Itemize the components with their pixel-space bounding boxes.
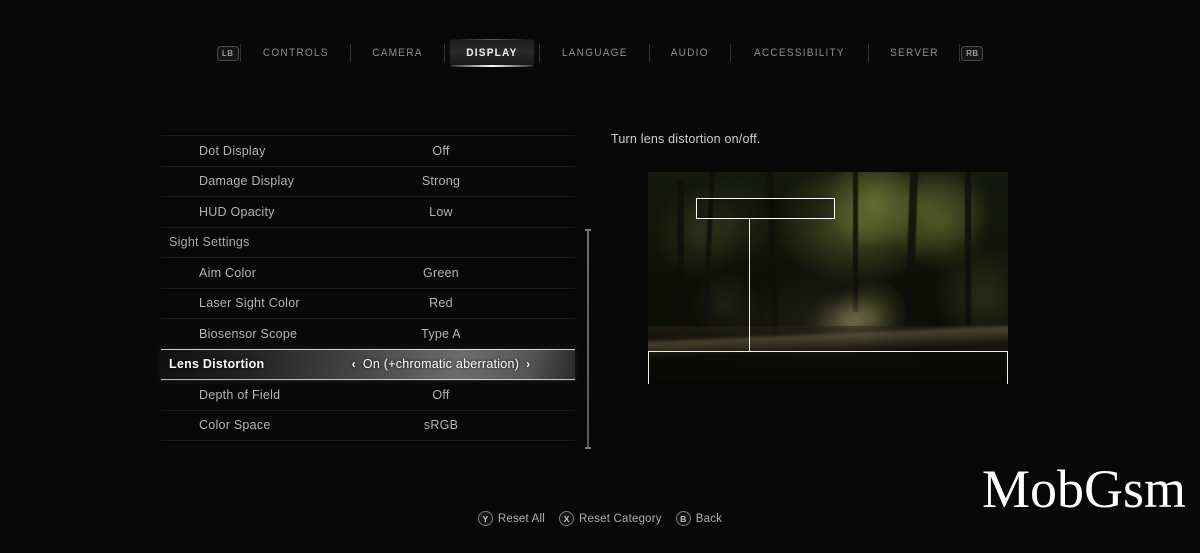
setting-value: Strong <box>421 174 461 189</box>
setting-value: Red <box>429 296 453 311</box>
setting-label: Dot Display <box>199 143 266 158</box>
settings-screen: LB CONTROLS CAMERA DISPLAY LANGUAGE AUDI… <box>0 0 1200 553</box>
tab-separator <box>239 44 241 62</box>
scrollbar-cap-bottom <box>585 447 591 449</box>
setting-preview-image <box>648 172 1008 384</box>
hint-back[interactable]: B Back <box>675 511 723 526</box>
y-button-icon: Y <box>477 511 493 526</box>
tab-separator <box>959 44 961 62</box>
chevron-right-icon[interactable]: › <box>526 357 530 371</box>
tab-separator <box>729 44 731 62</box>
preview-overlay-rect-top <box>696 198 835 219</box>
setting-value: On (+chromatic aberration) <box>362 357 520 371</box>
hint-label: Reset All <box>497 512 546 525</box>
watermark: MobGsm <box>981 459 1186 519</box>
hint-label: Back <box>695 512 723 525</box>
tab-accessibility[interactable]: ACCESSIBILITY <box>737 40 861 66</box>
setting-row-laser-sight-color[interactable]: Laser Sight Color Red <box>161 287 575 319</box>
setting-row-damage-display[interactable]: Damage Display Strong <box>161 165 575 197</box>
setting-value: Off <box>432 388 450 403</box>
preview-overlay-vertical-line <box>749 219 751 351</box>
x-button-icon: X <box>559 511 575 526</box>
setting-value: Green <box>423 265 459 280</box>
setting-value: Type A <box>421 326 461 341</box>
tab-server[interactable]: SERVER <box>873 40 955 66</box>
setting-label: Damage Display <box>199 174 295 189</box>
setting-row-dot-display[interactable]: Dot Display Off <box>161 135 575 166</box>
setting-value: Off <box>432 143 450 158</box>
setting-value: Low <box>429 204 453 219</box>
setting-row-biosensor-scope[interactable]: Biosensor Scope Type A <box>161 318 575 349</box>
setting-row-depth-of-field[interactable]: Depth of Field Off <box>161 379 575 411</box>
tab-separator <box>649 44 651 62</box>
setting-section-sight-settings: Sight Settings <box>161 226 575 258</box>
setting-label: Aim Color <box>199 265 257 280</box>
tab-audio[interactable]: AUDIO <box>654 40 725 66</box>
setting-label: Lens Distortion <box>169 357 265 371</box>
setting-description: Turn lens distortion on/off. <box>611 132 761 146</box>
tab-camera[interactable]: CAMERA <box>356 40 440 66</box>
setting-label: HUD Opacity <box>199 204 275 219</box>
tab-controls[interactable]: CONTROLS <box>246 40 345 66</box>
hint-reset-all[interactable]: Y Reset All <box>477 511 546 526</box>
right-bumper-icon[interactable]: RB <box>961 45 984 61</box>
setting-label: Biosensor Scope <box>199 326 298 341</box>
hint-label: Reset Category <box>579 512 662 525</box>
category-tab-bar: LB CONTROLS CAMERA DISPLAY LANGUAGE AUDI… <box>0 39 1200 67</box>
tab-display[interactable]: DISPLAY <box>447 39 536 67</box>
tab-separator <box>350 44 352 62</box>
tab-separator <box>867 44 869 62</box>
setting-row-lens-distortion[interactable]: Lens Distortion ‹ On (+chromatic aberrat… <box>161 348 575 380</box>
setting-value-stepper[interactable]: ‹ On (+chromatic aberration) › <box>326 357 556 371</box>
tab-separator <box>444 44 446 62</box>
setting-row-color-space[interactable]: Color Space sRGB <box>161 410 575 441</box>
tab-separator <box>538 44 540 62</box>
setting-row-aim-color[interactable]: Aim Color Green <box>161 257 575 288</box>
preview-tree-trunk <box>964 172 971 334</box>
setting-label: Laser Sight Color <box>199 296 300 311</box>
settings-list: Dot Display Off Damage Display Strong HU… <box>161 135 575 441</box>
preview-overlay-rect-bottom <box>648 351 1008 384</box>
setting-row-hud-opacity[interactable]: HUD Opacity Low <box>161 196 575 227</box>
setting-label: Color Space <box>199 418 271 433</box>
tab-language[interactable]: LANGUAGE <box>545 40 644 66</box>
left-bumper-icon[interactable]: LB <box>216 45 239 61</box>
setting-value: sRGB <box>423 418 459 433</box>
scrollbar-cap-top <box>585 229 591 231</box>
setting-label: Depth of Field <box>199 388 281 403</box>
section-header-label: Sight Settings <box>169 235 250 250</box>
hint-reset-category[interactable]: X Reset Category <box>559 511 662 526</box>
b-button-icon: B <box>675 511 691 526</box>
list-scrollbar[interactable] <box>585 229 591 449</box>
chevron-left-icon[interactable]: ‹ <box>352 357 356 371</box>
